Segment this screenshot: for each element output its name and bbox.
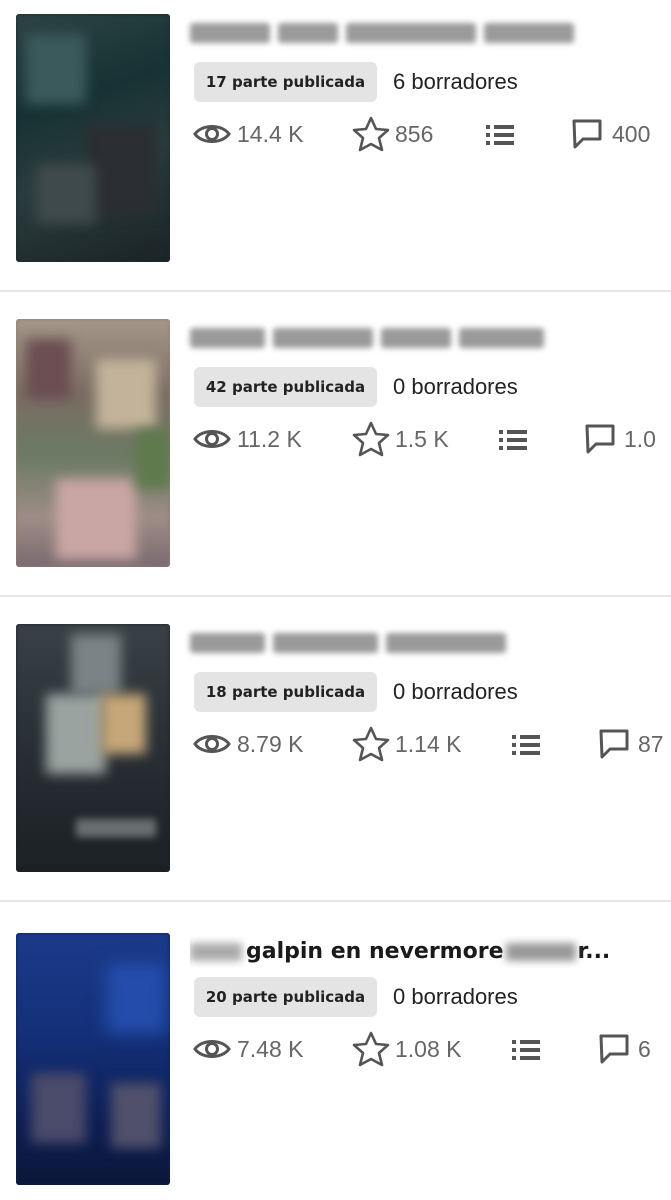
votes-count: 1.08 K <box>395 1036 462 1062</box>
story-card[interactable]: galpin en nevermore r... 20 parte publica… <box>0 915 671 1200</box>
blurred-title-part <box>505 943 576 961</box>
story-title[interactable] <box>190 632 514 660</box>
views-count: 7.48 K <box>237 1036 304 1062</box>
list-icon[interactable] <box>510 1031 544 1067</box>
story-title[interactable] <box>190 22 582 50</box>
story-stats: 7.48 K 1.08 K 6 <box>0 1027 671 1071</box>
story-stats: 14.4 K 856 400 <box>0 112 671 156</box>
comments-count: 400 <box>612 121 651 147</box>
star-icon <box>352 116 390 152</box>
list-icon[interactable] <box>484 116 518 152</box>
views-count: 8.79 K <box>237 731 304 757</box>
votes-count: 1.5 K <box>395 426 449 452</box>
comment-icon <box>585 424 615 454</box>
eye-icon <box>193 430 231 448</box>
comments-count: 1.0 <box>624 426 656 452</box>
comment-icon <box>572 119 602 149</box>
divider <box>0 290 671 305</box>
star-icon <box>352 421 390 457</box>
list-icon[interactable] <box>497 421 531 457</box>
story-card[interactable]: 42 parte publicada 0 borradores 11.2 K 1… <box>0 305 671 595</box>
parts-published-badge: 17 parte publicada <box>194 62 377 102</box>
blurred-title-part <box>190 943 242 961</box>
list-icon[interactable] <box>510 726 544 762</box>
divider <box>0 900 671 915</box>
votes-count: 856 <box>395 121 434 147</box>
parts-published-badge: 18 parte publicada <box>194 672 377 712</box>
comments-count: 6 <box>638 1036 651 1062</box>
story-title[interactable] <box>190 327 552 355</box>
comment-icon <box>599 729 629 759</box>
eye-icon <box>193 125 231 143</box>
votes-count: 1.14 K <box>395 731 462 757</box>
story-card[interactable]: 18 parte publicada 0 borradores 8.79 K 1… <box>0 610 671 900</box>
drafts-count: 6 borradores <box>393 69 518 94</box>
eye-icon <box>193 1040 231 1058</box>
drafts-count: 0 borradores <box>393 374 518 399</box>
views-count: 11.2 K <box>237 426 302 452</box>
drafts-count: 0 borradores <box>393 984 518 1009</box>
story-stats: 8.79 K 1.14 K 87 <box>0 722 671 766</box>
parts-published-badge: 20 parte publicada <box>194 977 377 1017</box>
story-card[interactable]: 17 parte publicada 6 borradores 14.4 K 8… <box>0 0 671 290</box>
comment-icon <box>599 1034 629 1064</box>
eye-icon <box>193 735 231 753</box>
star-icon <box>352 726 390 762</box>
my-stories-list: 17 parte publicada 6 borradores 14.4 K 8… <box>0 0 671 1200</box>
divider <box>0 595 671 610</box>
story-title-text: galpin en nevermore <box>246 939 504 964</box>
views-count: 14.4 K <box>237 121 304 147</box>
comments-count: 87 <box>638 731 664 757</box>
drafts-count: 0 borradores <box>393 679 518 704</box>
parts-published-badge: 42 parte publicada <box>194 367 377 407</box>
story-title-suffix: r... <box>577 939 611 964</box>
star-icon <box>352 1031 390 1067</box>
story-stats: 11.2 K 1.5 K 1.0 <box>0 417 671 461</box>
story-title[interactable]: galpin en nevermore r... <box>190 935 610 969</box>
